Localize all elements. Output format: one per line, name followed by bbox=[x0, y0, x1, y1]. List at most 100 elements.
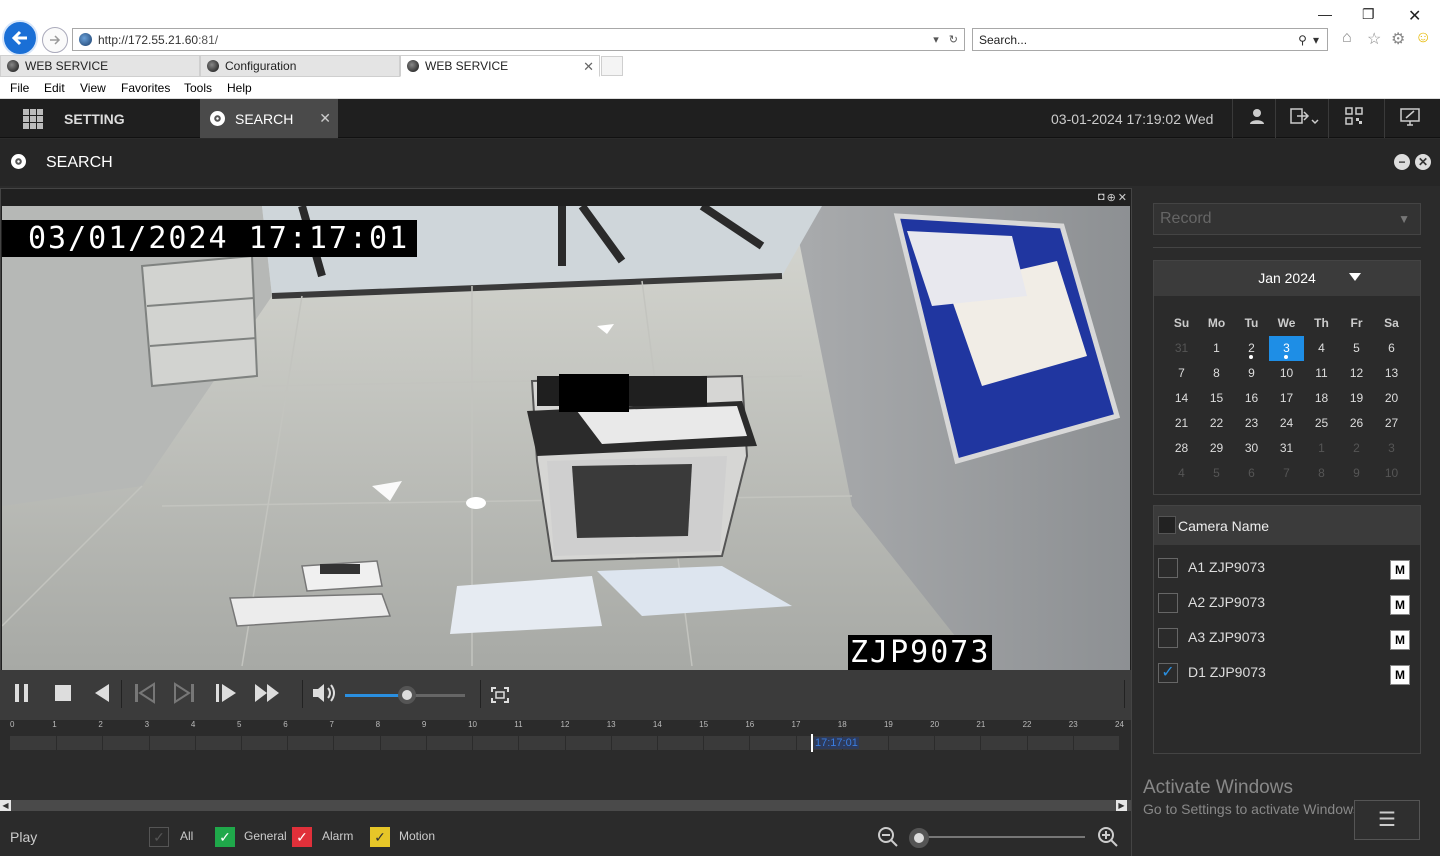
camera-stream-button[interactable]: M bbox=[1390, 665, 1410, 685]
slow-play-button[interactable] bbox=[214, 682, 240, 710]
minimize-panel-button[interactable]: − bbox=[1394, 154, 1410, 170]
gear-icon[interactable]: ⚙ bbox=[1391, 29, 1405, 49]
calendar-day[interactable]: 20 bbox=[1374, 386, 1409, 411]
calendar-day[interactable]: 4 bbox=[1304, 336, 1339, 361]
calendar-day[interactable]: 7 bbox=[1164, 361, 1199, 386]
menu-tools[interactable]: Tools bbox=[184, 81, 212, 95]
fast-forward-button[interactable] bbox=[253, 682, 281, 710]
stop-button[interactable] bbox=[53, 682, 73, 710]
menu-help[interactable]: Help bbox=[227, 81, 252, 95]
calendar-day[interactable]: 8 bbox=[1199, 361, 1234, 386]
timeline[interactable]: 0 1 2 3 4 5 6 7 8 9 10 11 12 13 14 15 16 17 18 19 20 21 22 23 24… bbox=[0, 720, 1131, 800]
menu-favorites[interactable]: Favorites bbox=[121, 81, 170, 95]
calendar-month-picker[interactable]: Jan 2024 bbox=[1154, 261, 1420, 296]
calendar-day[interactable]: 18 bbox=[1304, 386, 1339, 411]
calendar-day[interactable]: 14 bbox=[1164, 386, 1199, 411]
camera-stream-button[interactable]: M bbox=[1390, 595, 1410, 615]
calendar-day[interactable]: 27 bbox=[1374, 411, 1409, 436]
calendar-day[interactable]: 24 bbox=[1269, 411, 1304, 436]
fullscreen-icon[interactable] bbox=[490, 686, 510, 710]
browser-tab-web-service-2[interactable]: WEB SERVICE ✕ bbox=[400, 55, 600, 77]
filter-all-checkbox[interactable]: ✓ bbox=[149, 827, 169, 847]
camera-stream-button[interactable]: M bbox=[1390, 560, 1410, 580]
menu-view[interactable]: View bbox=[80, 81, 106, 95]
browser-tab-web-service-1[interactable]: WEB SERVICE bbox=[0, 55, 200, 77]
search-tab[interactable]: SEARCH ✕ bbox=[200, 99, 338, 138]
calendar-day[interactable]: 26 bbox=[1339, 411, 1374, 436]
menu-file[interactable]: File bbox=[10, 81, 29, 95]
previous-frame-button[interactable] bbox=[133, 682, 157, 710]
calendar-day[interactable]: 2 bbox=[1234, 336, 1269, 361]
timeline-zoom-handle[interactable] bbox=[909, 828, 929, 848]
record-type-select[interactable]: Record ▼ bbox=[1153, 203, 1421, 235]
calendar-day[interactable]: 23 bbox=[1234, 411, 1269, 436]
search-icon[interactable]: ⚲ bbox=[1298, 33, 1307, 47]
play-backward-button[interactable] bbox=[92, 682, 112, 710]
calendar-day[interactable]: 11 bbox=[1304, 361, 1339, 386]
forward-button[interactable] bbox=[42, 27, 68, 53]
close-search-tab-icon[interactable]: ✕ bbox=[319, 110, 331, 127]
timeline-scrollbar[interactable]: ◀ ▶ bbox=[0, 800, 1131, 811]
scroll-left-arrow-icon[interactable]: ◀ bbox=[0, 800, 11, 811]
dropdown-icon[interactable]: ▾ bbox=[933, 33, 939, 46]
calendar-day[interactable]: 10 bbox=[1269, 361, 1304, 386]
close-panel-button[interactable]: ✕ bbox=[1415, 154, 1431, 170]
month-dropdown-icon[interactable] bbox=[1349, 273, 1361, 281]
video-feed[interactable]: 03/01/2024 17:17:01 ZJP9073 bbox=[2, 206, 1130, 670]
camera-stream-button[interactable]: M bbox=[1390, 630, 1410, 650]
smiley-feedback-icon[interactable]: ☺ bbox=[1415, 29, 1431, 47]
close-video-icon[interactable]: ✕ bbox=[1118, 191, 1127, 204]
calendar-day[interactable]: 21 bbox=[1164, 411, 1199, 436]
monitor-icon[interactable] bbox=[1400, 107, 1420, 132]
calendar-day[interactable]: 1 bbox=[1199, 336, 1234, 361]
camera-checkbox[interactable] bbox=[1158, 593, 1178, 613]
timeline-zoom-slider[interactable] bbox=[918, 836, 1085, 838]
restore-window-button[interactable]: ❐ bbox=[1362, 6, 1375, 23]
refresh-icon[interactable]: ↻ bbox=[949, 33, 958, 46]
logout-icon[interactable] bbox=[1290, 107, 1320, 132]
calendar-day[interactable]: 15 bbox=[1199, 386, 1234, 411]
browser-search-input[interactable]: Search... ⚲ ▾ bbox=[972, 28, 1328, 51]
volume-icon[interactable] bbox=[311, 682, 337, 710]
snapshot-icon[interactable]: ◘ bbox=[1098, 191, 1105, 204]
calendar-day[interactable]: 19 bbox=[1339, 386, 1374, 411]
filter-motion-checkbox[interactable]: ✓ bbox=[370, 827, 390, 847]
zoom-in-video-icon[interactable]: ⊕ bbox=[1107, 191, 1116, 204]
calendar-day[interactable]: 6 bbox=[1374, 336, 1409, 361]
calendar-day[interactable]: 31 bbox=[1269, 436, 1304, 461]
camera-row[interactable]: A3 ZJP9073 M bbox=[1154, 618, 1420, 653]
calendar-day[interactable]: 28 bbox=[1164, 436, 1199, 461]
address-bar[interactable]: http://172.55.21.60:81/ ▾ ↻ bbox=[72, 28, 965, 51]
camera-row[interactable]: A2 ZJP9073 M bbox=[1154, 583, 1420, 618]
camera-checkbox[interactable] bbox=[1158, 558, 1178, 578]
volume-slider[interactable] bbox=[345, 686, 465, 704]
close-tab-icon[interactable]: ✕ bbox=[583, 59, 594, 75]
setting-tab[interactable]: SETTING bbox=[0, 99, 200, 138]
next-frame-button[interactable] bbox=[172, 682, 196, 710]
camera-row[interactable]: A1 ZJP9073 M bbox=[1154, 548, 1420, 583]
calendar-day[interactable]: 3 bbox=[1269, 336, 1304, 361]
calendar-day[interactable]: 17 bbox=[1269, 386, 1304, 411]
close-window-button[interactable]: ✕ bbox=[1408, 6, 1421, 26]
qr-code-icon[interactable] bbox=[1345, 107, 1363, 130]
camera-row[interactable]: ✓ D1 ZJP9073 M bbox=[1154, 653, 1420, 688]
home-icon[interactable]: ⌂ bbox=[1342, 29, 1352, 47]
list-menu-button[interactable]: ☰ bbox=[1354, 800, 1420, 840]
calendar-day[interactable]: 13 bbox=[1374, 361, 1409, 386]
pause-button[interactable] bbox=[12, 682, 32, 710]
menu-edit[interactable]: Edit bbox=[44, 81, 65, 95]
timeline-cursor[interactable] bbox=[811, 734, 813, 752]
camera-checkbox[interactable]: ✓ bbox=[1158, 663, 1178, 683]
calendar-day[interactable]: 22 bbox=[1199, 411, 1234, 436]
scroll-right-arrow-icon[interactable]: ▶ bbox=[1116, 800, 1127, 811]
filter-alarm-checkbox[interactable]: ✓ bbox=[292, 827, 312, 847]
calendar-day[interactable]: 29 bbox=[1199, 436, 1234, 461]
zoom-in-icon[interactable] bbox=[1097, 826, 1119, 853]
filter-general-checkbox[interactable]: ✓ bbox=[215, 827, 235, 847]
browser-tab-configuration[interactable]: Configuration bbox=[200, 55, 400, 77]
volume-slider-handle[interactable] bbox=[398, 686, 417, 704]
calendar-day[interactable]: 16 bbox=[1234, 386, 1269, 411]
favorites-star-icon[interactable]: ☆ bbox=[1367, 29, 1381, 49]
calendar-day[interactable]: 30 bbox=[1234, 436, 1269, 461]
zoom-out-icon[interactable] bbox=[877, 826, 899, 853]
